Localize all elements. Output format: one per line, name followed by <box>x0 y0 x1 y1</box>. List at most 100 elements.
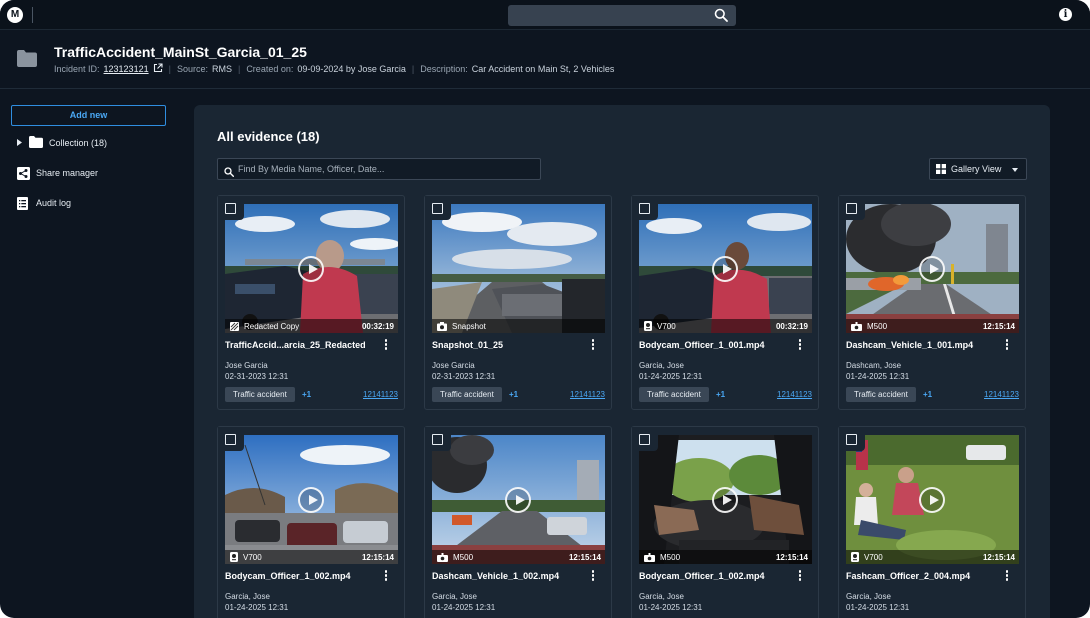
camera-icon <box>437 322 447 331</box>
source-label: Source: <box>176 64 208 74</box>
source-label: V700 <box>644 321 676 331</box>
evidence-thumbnail[interactable]: M500 12:15:14 <box>846 204 1019 333</box>
more-tags-link[interactable]: +1 <box>716 390 725 399</box>
more-options-icon[interactable] <box>1003 570 1011 582</box>
card-title[interactable]: Dashcam_Vehicle_1_002.mp4 <box>432 571 587 581</box>
info-icon[interactable]: i <box>1059 8 1072 21</box>
incident-link[interactable]: 12141123 <box>570 390 605 399</box>
card-title[interactable]: Fashcam_Officer_2_004.mp4 <box>846 571 1001 581</box>
evidence-search-input[interactable] <box>238 159 536 179</box>
evidence-card[interactable]: M500 12:15:14 Dashcam_Vehicle_1_002.mp4 … <box>424 426 612 618</box>
evidence-panel: All evidence (18) Gallery View <box>194 105 1050 618</box>
play-icon[interactable] <box>712 487 738 513</box>
card-title[interactable]: Bodycam_Officer_1_002.mp4 <box>639 571 794 581</box>
sidebar-item-share-manager[interactable]: Share manager <box>17 165 98 181</box>
more-tags-link[interactable]: +1 <box>923 390 932 399</box>
more-options-icon[interactable] <box>382 570 390 582</box>
evidence-thumbnail[interactable]: V700 12:15:14 <box>846 435 1019 564</box>
sidebar: Add new Collection (18) Share manager Au… <box>0 90 180 618</box>
play-icon[interactable] <box>712 256 738 282</box>
evidence-thumbnail[interactable]: Snapshot <box>432 204 605 333</box>
select-checkbox[interactable] <box>632 196 658 220</box>
more-options-icon[interactable] <box>382 339 390 351</box>
evidence-card[interactable]: M500 12:15:14 Dashcam_Vehicle_1_001.mp4 … <box>838 195 1026 410</box>
evidence-search[interactable] <box>217 158 541 180</box>
select-checkbox[interactable] <box>632 427 658 451</box>
global-search-bar[interactable] <box>508 5 736 26</box>
play-icon[interactable] <box>298 487 324 513</box>
more-tags-link[interactable]: +1 <box>302 390 311 399</box>
select-checkbox[interactable] <box>218 427 244 451</box>
evidence-thumbnail[interactable]: M500 12:15:14 <box>639 435 812 564</box>
more-tags-link[interactable]: +1 <box>509 390 518 399</box>
evidence-card[interactable]: V700 12:15:14 Fashcam_Officer_2_004.mp4 … <box>838 426 1026 618</box>
source-text: Snapshot <box>452 322 486 331</box>
redacted-icon <box>230 322 239 331</box>
evidence-card[interactable]: V700 12:15:14 Bodycam_Officer_1_002.mp4 … <box>217 426 405 618</box>
card-title[interactable]: Snapshot_01_25 <box>432 340 587 350</box>
play-icon[interactable] <box>298 256 324 282</box>
evidence-thumbnail[interactable]: Redacted Copy 00:32:19 <box>225 204 398 333</box>
view-selector-label: Gallery View <box>951 164 1002 174</box>
category-tag[interactable]: Traffic accident <box>639 387 709 402</box>
sidebar-item-collection[interactable]: Collection (18) <box>17 135 107 151</box>
share-icon <box>17 166 30 180</box>
select-checkbox[interactable] <box>218 196 244 220</box>
evidence-thumbnail[interactable]: V700 00:32:19 <box>639 204 812 333</box>
category-tag[interactable]: Traffic accident <box>432 387 502 402</box>
category-tag[interactable]: Traffic accident <box>225 387 295 402</box>
section-title: All evidence (18) <box>217 129 320 144</box>
evidence-card[interactable]: Redacted Copy 00:32:19 TrafficAccid...ar… <box>217 195 405 410</box>
description-label: Description: <box>420 64 468 74</box>
source-label: M500 <box>851 322 887 331</box>
more-options-icon[interactable] <box>589 570 597 582</box>
select-checkbox[interactable] <box>425 196 451 220</box>
category-tag[interactable]: Traffic accident <box>846 387 916 402</box>
more-options-icon[interactable] <box>796 570 804 582</box>
folder-icon <box>17 50 37 72</box>
source-label: V700 <box>230 552 262 562</box>
evidence-thumbnail[interactable]: V700 12:15:14 <box>225 435 398 564</box>
card-owner: Dashcam, Jose <box>846 361 902 370</box>
incident-id-link[interactable]: 123123121 <box>104 64 149 74</box>
card-owner: Jose Garcia <box>432 361 475 370</box>
duration: 00:32:19 <box>775 322 808 331</box>
created-value: 09-09-2024 by Jose Garcia <box>297 64 406 74</box>
card-title[interactable]: Dashcam_Vehicle_1_001.mp4 <box>846 340 1001 350</box>
add-new-button[interactable]: Add new <box>11 105 166 126</box>
play-icon[interactable] <box>919 487 945 513</box>
more-options-icon[interactable] <box>589 339 597 351</box>
incident-link[interactable]: 12141123 <box>363 390 398 399</box>
evidence-card[interactable]: M500 12:15:14 Bodycam_Officer_1_002.mp4 … <box>631 426 819 618</box>
meta-separator: | <box>411 64 415 74</box>
source-label: Snapshot <box>437 322 486 331</box>
bodycam-icon <box>851 552 859 562</box>
play-icon[interactable] <box>505 487 531 513</box>
card-title[interactable]: TrafficAccid...arcia_25_Redacted <box>225 340 380 350</box>
play-icon[interactable] <box>919 256 945 282</box>
select-checkbox[interactable] <box>839 196 865 220</box>
sidebar-item-audit-log[interactable]: Audit log <box>17 195 71 211</box>
motorola-logo[interactable]: M <box>7 7 23 23</box>
card-date: 01-24-2025 12:31 <box>639 603 703 612</box>
evidence-thumbnail[interactable]: M500 12:15:14 <box>432 435 605 564</box>
view-selector[interactable]: Gallery View <box>929 158 1027 180</box>
card-date: 01-24-2025 12:31 <box>639 372 703 381</box>
more-options-icon[interactable] <box>1003 339 1011 351</box>
evidence-card[interactable]: Snapshot Snapshot_01_25 Jose Garcia 02-3… <box>424 195 612 410</box>
more-options-icon[interactable] <box>796 339 804 351</box>
card-title[interactable]: Bodycam_Officer_1_001.mp4 <box>639 340 794 350</box>
select-checkbox[interactable] <box>425 427 451 451</box>
incident-link[interactable]: 12141123 <box>984 390 1019 399</box>
duration: 12:15:14 <box>361 553 394 562</box>
expand-caret-icon[interactable] <box>17 138 22 148</box>
source-label: M500 <box>437 553 473 562</box>
card-title[interactable]: Bodycam_Officer_1_002.mp4 <box>225 571 380 581</box>
select-checkbox[interactable] <box>839 427 865 451</box>
evidence-card[interactable]: V700 00:32:19 Bodycam_Officer_1_001.mp4 … <box>631 195 819 410</box>
card-owner: Garcia, Jose <box>432 592 477 601</box>
incident-link[interactable]: 12141123 <box>777 390 812 399</box>
search-icon[interactable] <box>714 8 728 27</box>
external-link-icon[interactable] <box>153 63 163 75</box>
meta-separator: | <box>237 64 241 74</box>
